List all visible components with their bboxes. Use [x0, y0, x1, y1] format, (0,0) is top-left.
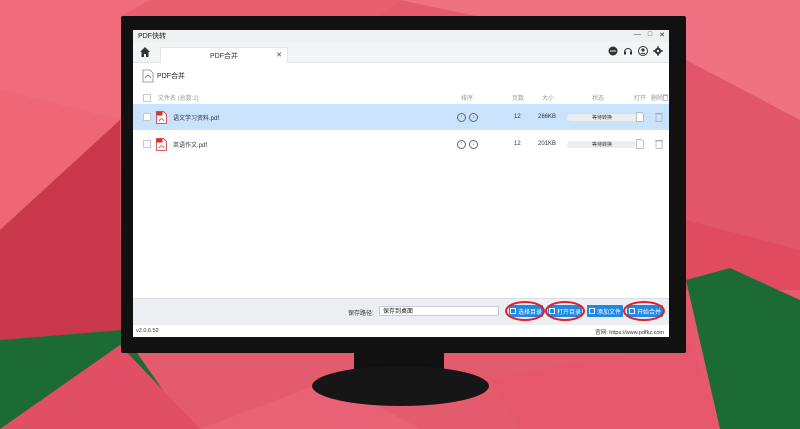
choose-directory-button[interactable]: 选择目录	[509, 305, 543, 317]
pdf-merge-icon	[142, 69, 154, 83]
pdf-file-icon	[156, 137, 167, 151]
table-header: 文件名 (总数:2) 排序 页数 大小 状态 打开 删除	[133, 91, 669, 104]
close-window-button[interactable]: ✕	[659, 31, 665, 39]
file-name: 语文学习资料.pdf	[173, 115, 220, 122]
website-link[interactable]: 官网: https://www.pdfkz.com	[595, 328, 664, 336]
folder-icon	[509, 308, 516, 314]
gear-icon[interactable]	[653, 46, 663, 56]
add-file-button[interactable]: 添加文件	[587, 305, 623, 317]
file-name: 英语作文.pdf	[173, 142, 208, 149]
sort-down-icon[interactable]: ↓	[469, 139, 478, 149]
window-title: PDF快转	[138, 33, 166, 40]
sort-up-icon[interactable]: ↑	[457, 112, 466, 122]
footer-bar: 保存路径: 保存到桌面 选择目录 打开目录 添加文件 开始合并	[133, 298, 669, 325]
open-file-icon[interactable]	[636, 112, 644, 122]
file-size: 266KB	[538, 114, 557, 120]
monitor-stand-base	[312, 366, 489, 406]
start-merge-label: 开始合并	[636, 309, 661, 316]
file-pages: 12	[514, 141, 521, 147]
trash-icon[interactable]	[655, 139, 663, 149]
page-header: PDF合并	[133, 63, 669, 89]
file-pages: 12	[514, 114, 521, 120]
save-path-input[interactable]: 保存到桌面	[379, 306, 499, 316]
tab-pdf-merge[interactable]: PDF合并 ✕	[160, 47, 288, 64]
maximize-button[interactable]: □	[648, 31, 652, 39]
sort-up-icon[interactable]: ↑	[457, 139, 466, 149]
chat-icon[interactable]	[608, 46, 618, 56]
sort-down-icon[interactable]: ↓	[469, 112, 478, 122]
user-icon[interactable]	[638, 46, 648, 56]
table-row[interactable]: 语文学习资料.pdf ↑ ↓ 12 266KB 等待转换	[133, 104, 669, 130]
tab-bar: PDF合并 ✕	[133, 42, 669, 64]
header-open: 打开	[634, 96, 647, 102]
title-bar: PDF快转 — □ ✕	[133, 30, 669, 42]
open-file-icon[interactable]	[636, 139, 644, 149]
headset-icon[interactable]	[623, 46, 633, 56]
merge-icon	[628, 308, 635, 314]
tab-label: PDF合并	[210, 53, 238, 60]
select-all-checkbox[interactable]	[143, 93, 151, 102]
status-badge: 等待转换	[567, 113, 637, 121]
choose-directory-label: 选择目录	[517, 309, 542, 316]
open-directory-label: 打开目录	[556, 309, 581, 316]
save-path-label: 保存路径:	[348, 311, 374, 317]
app-window: PDF快转 — □ ✕ PDF合并 ✕ PDF合并 文件名 (总数:2) 排序 …	[133, 30, 669, 337]
row-checkbox[interactable]	[143, 113, 151, 121]
home-icon[interactable]	[139, 46, 151, 58]
file-size: 201KB	[538, 141, 557, 147]
tab-close-icon[interactable]: ✕	[276, 51, 282, 59]
start-merge-button[interactable]: 开始合并	[627, 305, 663, 317]
header-sort: 排序	[461, 96, 474, 102]
row-checkbox[interactable]	[143, 140, 151, 148]
header-name: 文件名 (总数:2)	[158, 96, 199, 102]
header-status: 状态	[592, 96, 605, 102]
add-icon	[588, 308, 595, 314]
window-controls: — □ ✕	[634, 31, 665, 39]
folder-open-icon	[548, 308, 555, 314]
status-bar: v2.0.6.52 官网: https://www.pdfkz.com	[133, 325, 669, 337]
version-text: v2.0.6.52	[136, 328, 159, 334]
table-row[interactable]: 英语作文.pdf ↑ ↓ 12 201KB 等待转换	[133, 131, 669, 157]
select-all-cell	[143, 91, 151, 104]
top-toolbar	[608, 46, 663, 56]
header-size: 大小	[542, 96, 555, 102]
pdf-file-icon	[156, 110, 167, 124]
open-directory-button[interactable]: 打开目录	[548, 305, 582, 317]
add-file-label: 添加文件	[596, 309, 621, 316]
minimize-button[interactable]: —	[634, 31, 641, 39]
page-title: PDF合并	[157, 73, 185, 80]
header-trash-icon[interactable]	[663, 91, 668, 104]
header-delete: 删除	[651, 96, 664, 102]
status-badge: 等待转换	[567, 140, 637, 148]
trash-icon[interactable]	[655, 112, 663, 122]
sort-controls: ↑ ↓	[457, 104, 481, 130]
sort-controls: ↑ ↓	[457, 131, 481, 157]
header-pages: 页数	[512, 96, 525, 102]
file-list: 语文学习资料.pdf ↑ ↓ 12 266KB 等待转换 英语作文.pdf ↑ …	[133, 104, 669, 298]
